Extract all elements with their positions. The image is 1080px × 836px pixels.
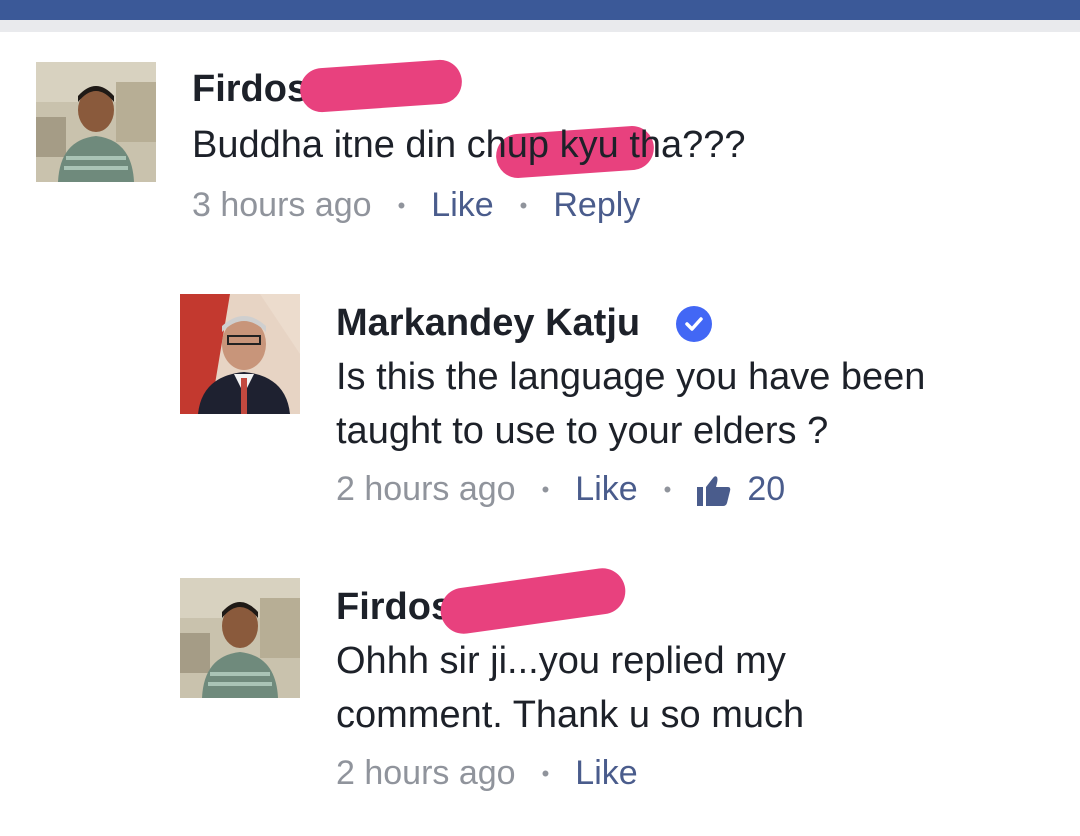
- like-count[interactable]: 20: [697, 470, 785, 509]
- comment-text: Buddha itne din chup kyu tha???: [192, 124, 746, 166]
- app-header-bar: [0, 0, 1080, 20]
- comment-timestamp[interactable]: 2 hours ago: [336, 754, 516, 793]
- thumbs-up-icon: [697, 475, 731, 506]
- like-count-value: 20: [747, 470, 786, 508]
- separator-dot: •: [541, 476, 550, 502]
- comment-timestamp[interactable]: 3 hours ago: [192, 186, 372, 225]
- separator-dot: •: [541, 760, 550, 786]
- separator-dot: •: [519, 192, 528, 218]
- like-button[interactable]: Like: [575, 470, 637, 509]
- comment-text: Ohhh sir ji...you replied my: [336, 640, 786, 682]
- avatar[interactable]: [36, 62, 156, 182]
- separator-dot: •: [663, 476, 672, 502]
- header-divider: [0, 20, 1080, 32]
- comment-author[interactable]: Firdos: [336, 586, 452, 629]
- like-button[interactable]: Like: [431, 186, 493, 225]
- comment-text: taught to use to your elders ?: [336, 410, 829, 452]
- avatar[interactable]: [180, 294, 300, 414]
- reply-button[interactable]: Reply: [553, 186, 640, 225]
- comment-timestamp[interactable]: 2 hours ago: [336, 470, 516, 509]
- comment-text: Is this the language you have been: [336, 356, 926, 398]
- comment-text: comment. Thank u so much: [336, 694, 805, 736]
- redaction-mark: [298, 58, 464, 114]
- comment-author[interactable]: Firdos: [192, 68, 308, 111]
- redaction-mark: [437, 565, 629, 637]
- check-badge-icon: [676, 305, 713, 342]
- like-button[interactable]: Like: [575, 754, 637, 793]
- separator-dot: •: [397, 192, 406, 218]
- comment-author[interactable]: Markandey Katju: [336, 302, 640, 345]
- avatar[interactable]: [180, 578, 300, 698]
